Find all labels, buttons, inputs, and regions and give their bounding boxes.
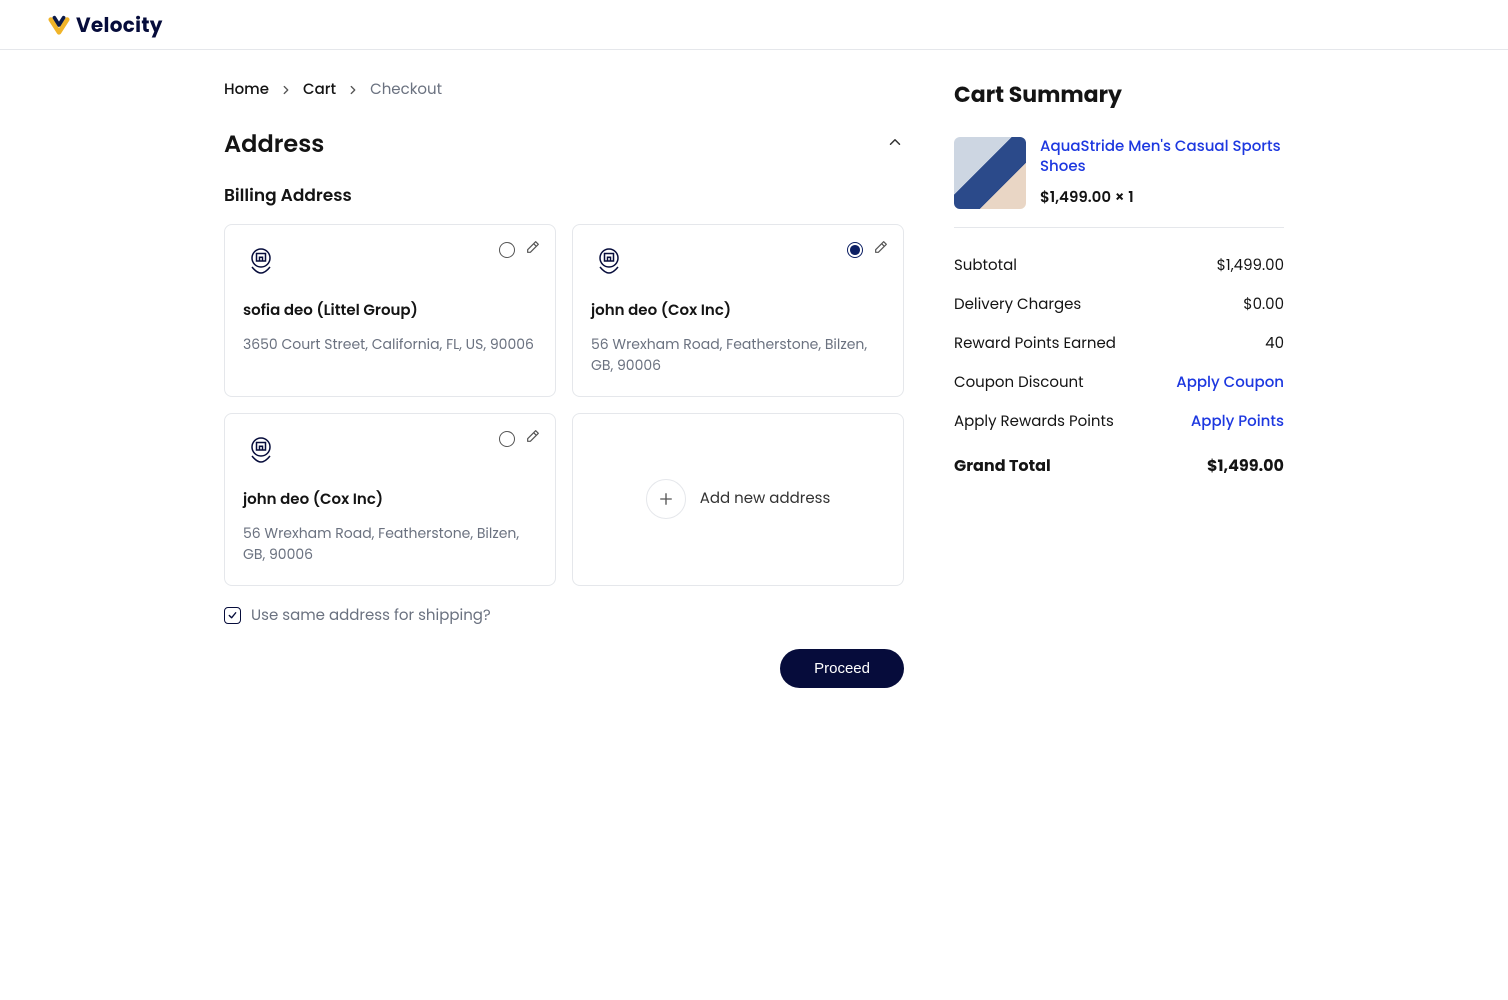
address-heading: Address xyxy=(224,127,324,162)
add-address-label: Add new address xyxy=(700,487,831,510)
summary-label: Apply Rewards Points xyxy=(954,410,1114,433)
same-shipping-checkbox[interactable] xyxy=(224,607,241,624)
apply-points-link[interactable]: Apply Points xyxy=(1191,410,1284,433)
summary-row-rewards-earned: Reward Points Earned 40 xyxy=(954,324,1284,363)
summary-label: Subtotal xyxy=(954,254,1017,277)
billing-address-heading: Billing Address xyxy=(224,182,904,208)
summary-value: $0.00 xyxy=(1243,293,1284,316)
edit-icon xyxy=(873,239,889,255)
address-radio[interactable] xyxy=(499,431,515,447)
summary-row-delivery: Delivery Charges $0.00 xyxy=(954,285,1284,324)
address-pin-icon xyxy=(591,243,885,285)
summary-label: Coupon Discount xyxy=(954,371,1084,394)
address-name: sofia deo (Littel Group) xyxy=(243,299,537,322)
chevron-right-icon xyxy=(346,83,360,97)
summary-value: $1,499.00 xyxy=(1217,254,1284,277)
breadcrumb-current: Checkout xyxy=(370,78,442,101)
cart-item-thumbnail xyxy=(954,137,1026,209)
edit-icon xyxy=(525,239,541,255)
address-line: 56 Wrexham Road, Featherstone, Bilzen, G… xyxy=(243,523,537,565)
cart-item-price: $1,499.00 × 1 xyxy=(1040,187,1134,208)
summary-row-subtotal: Subtotal $1,499.00 xyxy=(954,246,1284,285)
add-address-card[interactable]: Add new address xyxy=(572,413,904,586)
address-pin-icon xyxy=(243,432,537,474)
edit-address-button[interactable] xyxy=(873,239,889,261)
edit-icon xyxy=(525,428,541,444)
summary-label: Delivery Charges xyxy=(954,293,1081,316)
address-card[interactable]: sofia deo (Littel Group) 3650 Court Stre… xyxy=(224,224,556,397)
collapse-toggle[interactable] xyxy=(886,133,904,157)
address-radio[interactable] xyxy=(499,242,515,258)
brand-logo[interactable]: Velocity xyxy=(48,10,163,40)
same-shipping-label: Use same address for shipping? xyxy=(251,604,491,627)
summary-value: 40 xyxy=(1265,332,1284,355)
plus-icon xyxy=(657,490,675,508)
summary-label: Reward Points Earned xyxy=(954,332,1116,355)
brand-mark-icon xyxy=(48,14,70,36)
chevron-right-icon xyxy=(279,83,293,97)
edit-address-button[interactable] xyxy=(525,239,541,261)
breadcrumb-cart[interactable]: Cart xyxy=(303,78,336,101)
address-card[interactable]: john deo (Cox Inc) 56 Wrexham Road, Feat… xyxy=(224,413,556,586)
summary-value: $1,499.00 xyxy=(1207,453,1284,478)
summary-label: Grand Total xyxy=(954,453,1051,478)
address-line: 3650 Court Street, California, FL, US, 9… xyxy=(243,334,537,355)
cart-summary-heading: Cart Summary xyxy=(954,78,1284,111)
same-shipping-row[interactable]: Use same address for shipping? xyxy=(224,604,904,627)
proceed-button[interactable]: Proceed xyxy=(780,649,904,688)
cart-item: AquaStride Men's Casual Sports Shoes $1,… xyxy=(954,137,1284,228)
breadcrumb-home[interactable]: Home xyxy=(224,78,269,101)
brand-name: Velocity xyxy=(76,10,163,40)
chevron-up-icon xyxy=(886,133,904,151)
plus-circle-icon xyxy=(646,479,686,519)
cart-item-title[interactable]: AquaStride Men's Casual Sports Shoes xyxy=(1040,137,1284,178)
address-card[interactable]: john deo (Cox Inc) 56 Wrexham Road, Feat… xyxy=(572,224,904,397)
address-section-header: Address xyxy=(224,127,904,162)
check-icon xyxy=(227,610,238,621)
app-header: Velocity xyxy=(0,0,1508,50)
address-line: 56 Wrexham Road, Featherstone, Bilzen, G… xyxy=(591,334,885,376)
cart-summary: Cart Summary AquaStride Men's Casual Spo… xyxy=(954,78,1284,688)
address-pin-icon xyxy=(243,243,537,285)
address-name: john deo (Cox Inc) xyxy=(591,299,885,322)
apply-coupon-link[interactable]: Apply Coupon xyxy=(1176,371,1284,394)
summary-row-apply-rewards: Apply Rewards Points Apply Points xyxy=(954,402,1284,441)
summary-row-grand-total: Grand Total $1,499.00 xyxy=(954,441,1284,486)
address-name: john deo (Cox Inc) xyxy=(243,488,537,511)
edit-address-button[interactable] xyxy=(525,428,541,450)
breadcrumb: Home Cart Checkout xyxy=(224,78,904,101)
address-radio[interactable] xyxy=(847,242,863,258)
billing-address-grid: sofia deo (Littel Group) 3650 Court Stre… xyxy=(224,224,904,586)
summary-row-coupon: Coupon Discount Apply Coupon xyxy=(954,363,1284,402)
